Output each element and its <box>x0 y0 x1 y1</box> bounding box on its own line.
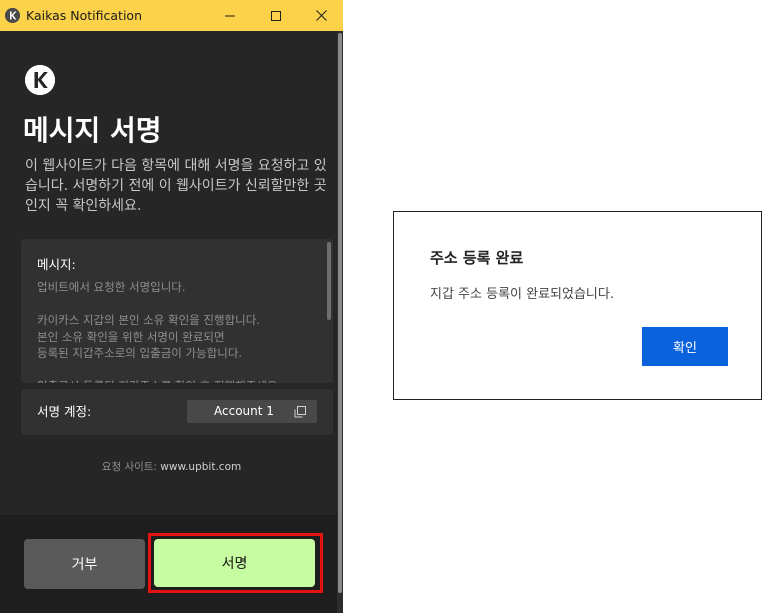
kaikas-notification-window: Kaikas Notification 메시지 서명 이 웹사이트가 다음 항목… <box>0 0 343 613</box>
minimize-icon <box>225 15 235 16</box>
window-scrollbar-thumb[interactable] <box>338 33 342 593</box>
sign-button[interactable]: 서명 <box>154 539 315 587</box>
message-content: 업비트에서 요청한 서명입니다. 카이카스 지갑의 본인 소유 확인을 진행합니… <box>37 280 281 383</box>
request-site: 요청 사이트: www.upbit.com <box>0 460 343 474</box>
reject-button[interactable]: 거부 <box>24 539 145 589</box>
dialog-message: 지갑 주소 등록이 완료되었습니다. <box>430 287 614 302</box>
close-button[interactable] <box>298 0 344 31</box>
confirm-button[interactable]: 확인 <box>642 327 728 366</box>
account-name: Account 1 <box>214 404 274 418</box>
title-bar[interactable]: Kaikas Notification <box>0 0 343 31</box>
window-title: Kaikas Notification <box>26 8 142 23</box>
request-site-url: www.upbit.com <box>160 461 242 473</box>
signing-account-row: 서명 계정: Account 1 <box>21 389 333 435</box>
maximize-icon <box>271 10 281 21</box>
address-registered-dialog: 주소 등록 완료 지갑 주소 등록이 완료되었습니다. 확인 <box>393 211 762 400</box>
dialog-title: 주소 등록 완료 <box>430 249 524 267</box>
copy-icon[interactable] <box>294 406 306 418</box>
message-box[interactable]: 메시지: 업비트에서 요청한 서명입니다. 카이카스 지갑의 본인 소유 확인을… <box>21 239 333 383</box>
kaikas-app-logo-icon <box>25 65 55 95</box>
request-site-label: 요청 사이트: <box>101 461 161 473</box>
action-footer: 거부 서명 <box>0 515 337 613</box>
kaikas-logo-icon <box>5 8 20 23</box>
account-label: 서명 계정: <box>37 404 92 419</box>
message-label: 메시지: <box>37 257 76 272</box>
minimize-button[interactable] <box>207 0 253 31</box>
account-chip[interactable]: Account 1 <box>187 400 317 423</box>
close-icon <box>315 10 327 21</box>
page-title: 메시지 서명 <box>23 114 162 147</box>
signature-description: 이 웹사이트가 다음 항목에 대해 서명을 요청하고 있습니다. 서명하기 전에… <box>25 158 327 214</box>
message-scrollbar-thumb[interactable] <box>327 242 331 320</box>
maximize-button[interactable] <box>253 0 299 31</box>
